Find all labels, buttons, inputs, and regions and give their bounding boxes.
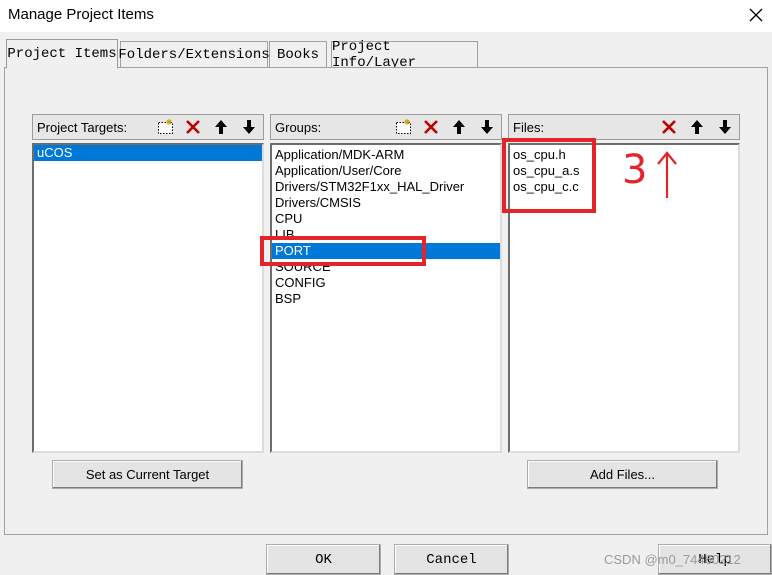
window-title: Manage Project Items <box>8 6 154 23</box>
close-icon <box>749 8 763 22</box>
delete-target-button[interactable] <box>182 117 203 136</box>
tab-label: Books <box>276 46 319 63</box>
arrow-up-icon <box>214 119 227 134</box>
ok-button[interactable]: OK <box>266 544 381 575</box>
delete-icon <box>185 119 200 134</box>
button-label: Set as Current Target <box>85 467 210 482</box>
delete-icon <box>661 119 676 134</box>
tab-label: Project Items <box>7 46 117 62</box>
list-item[interactable]: Drivers/CMSIS <box>272 195 500 211</box>
add-files-button[interactable]: Add Files... <box>527 460 718 489</box>
delete-icon <box>423 119 438 134</box>
delete-file-button[interactable] <box>658 117 679 136</box>
move-file-up-button[interactable] <box>686 117 707 136</box>
list-item[interactable]: CONFIG <box>272 275 500 291</box>
annotation-step-number: 3 <box>622 147 648 193</box>
tab-folders-extensions[interactable]: Folders/Extensions <box>118 41 270 67</box>
port-highlight-box <box>260 236 426 266</box>
title-bar: Manage Project Items <box>0 0 772 32</box>
arrow-annotation-icon <box>657 151 677 198</box>
move-group-down-button[interactable] <box>476 117 497 136</box>
list-item[interactable]: Application/MDK-ARM <box>272 147 500 163</box>
button-label: OK <box>315 551 332 568</box>
delete-group-button[interactable] <box>420 117 441 136</box>
arrow-up-icon <box>690 119 703 134</box>
files-highlight-box <box>502 138 596 213</box>
arrow-down-icon <box>480 119 493 134</box>
tab-label: Folders/Extensions <box>118 46 270 63</box>
targets-list[interactable]: uCOS <box>32 143 264 453</box>
files-header-label: Files: <box>513 119 545 135</box>
move-group-up-button[interactable] <box>448 117 469 136</box>
new-item-icon <box>158 118 173 134</box>
set-current-target-button[interactable]: Set as Current Target <box>52 460 243 489</box>
tab-books[interactable]: Books <box>269 41 327 67</box>
arrow-down-icon <box>242 119 255 134</box>
watermark: CSDN @m0_74460212 <box>604 552 741 567</box>
groups-list[interactable]: Application/MDK-ARM Application/User/Cor… <box>270 143 502 453</box>
groups-header-label: Groups: <box>275 119 322 135</box>
button-label: Add Files... <box>589 467 656 482</box>
targets-header-label: Project Targets: <box>37 119 128 135</box>
list-item[interactable]: Application/User/Core <box>272 163 500 179</box>
list-item[interactable]: CPU <box>272 211 500 227</box>
move-target-down-button[interactable] <box>238 117 259 136</box>
move-file-down-button[interactable] <box>714 117 735 136</box>
tab-project-info-layer[interactable]: Project Info/Layer <box>331 39 478 71</box>
tab-label: Project Info/Layer <box>332 38 417 71</box>
list-item[interactable]: BSP <box>272 291 500 307</box>
cancel-button[interactable]: Cancel <box>394 544 509 575</box>
new-group-button[interactable] <box>393 117 414 136</box>
arrow-down-icon <box>718 119 731 134</box>
list-item[interactable]: Drivers/STM32F1xx_HAL_Driver <box>272 179 500 195</box>
new-item-icon <box>396 118 411 134</box>
button-label: Cancel <box>426 551 477 568</box>
new-target-button[interactable] <box>155 117 176 136</box>
move-target-up-button[interactable] <box>210 117 231 136</box>
tab-project-items[interactable]: Project Items <box>6 39 118 69</box>
close-button[interactable] <box>740 0 772 30</box>
list-item[interactable]: uCOS <box>34 145 262 161</box>
arrow-up-icon <box>452 119 465 134</box>
